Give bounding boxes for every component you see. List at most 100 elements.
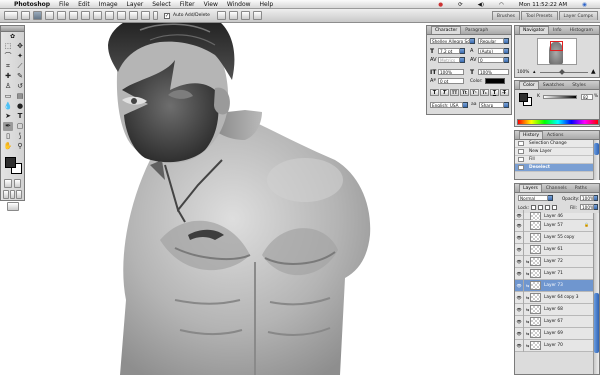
history-item[interactable]: Fill <box>515 156 593 164</box>
channel-value-field[interactable]: 82 <box>581 94 593 100</box>
tab-character[interactable]: Character <box>431 26 462 34</box>
layer-link-icon[interactable]: ⇆ <box>526 307 529 312</box>
lasso-tool-icon[interactable]: ⌒ <box>3 52 13 61</box>
all-caps-button[interactable]: TT <box>450 89 459 96</box>
geometry-options-icon[interactable] <box>153 11 158 20</box>
brush-tool-icon[interactable]: ✎ <box>15 72 25 81</box>
leading-dropdown-icon[interactable] <box>504 48 509 54</box>
history-item[interactable]: Deselect <box>515 164 593 172</box>
foreground-color-swatch[interactable] <box>5 157 16 168</box>
layer-visibility-eye-icon[interactable]: 👁 <box>515 267 524 280</box>
layer-visibility-eye-icon[interactable]: 👁 <box>515 243 524 256</box>
lock-transparency-icon[interactable] <box>531 205 536 210</box>
history-brush-tool-icon[interactable]: ↺ <box>15 82 25 91</box>
volume-icon[interactable]: ◀) <box>478 2 484 8</box>
layer-row[interactable]: 👁 Layer 61 <box>515 243 593 256</box>
layer-link-icon[interactable]: ⇆ <box>526 283 529 288</box>
eyedropper-tool-icon[interactable]: ⟆ <box>15 132 25 141</box>
path-selection-tool-icon[interactable]: ➤ <box>3 112 13 121</box>
antialias-dropdown-icon[interactable] <box>504 102 509 108</box>
blur-tool-icon[interactable]: 💧 <box>3 102 13 111</box>
standard-screen-mode-icon[interactable] <box>3 190 9 199</box>
well-tab-brushes[interactable]: Brushes <box>491 11 520 20</box>
tab-layers[interactable]: Layers <box>519 184 542 192</box>
menu-view[interactable]: View <box>204 1 218 8</box>
channel-slider[interactable] <box>543 95 577 99</box>
spotlight-icon[interactable]: ◉ <box>582 2 587 8</box>
custom-shape-icon[interactable] <box>141 11 150 20</box>
horizontal-scale-field[interactable]: 100% <box>478 69 509 75</box>
navigator-zoom-field[interactable]: 100% <box>517 70 529 75</box>
history-item[interactable]: Selection Change <box>515 140 593 148</box>
path-subtract-icon[interactable] <box>228 11 238 20</box>
layer-link-icon[interactable]: ⇆ <box>526 343 529 348</box>
tab-channels[interactable]: Channels <box>542 184 571 192</box>
magic-wand-tool-icon[interactable]: ✦ <box>15 52 25 61</box>
subscript-button[interactable]: T₁ <box>480 89 489 96</box>
kerning-dropdown-icon[interactable] <box>460 57 465 63</box>
quick-mask-mode-icon[interactable] <box>13 179 21 188</box>
tab-color[interactable]: Color <box>519 81 539 89</box>
language-dropdown-icon[interactable] <box>463 102 468 108</box>
tracking-dropdown-icon[interactable] <box>504 57 509 63</box>
kerning-field[interactable]: Metrics <box>438 57 460 63</box>
font-style-dropdown-icon[interactable] <box>504 38 509 44</box>
layer-link-icon[interactable]: ⇆ <box>526 331 529 336</box>
jump-to-imageready-icon[interactable] <box>7 202 19 211</box>
layer-link-icon[interactable]: ⇆ <box>526 259 529 264</box>
pen-tool-preset-icon[interactable] <box>4 11 18 20</box>
auto-add-delete-checkbox[interactable]: ✓ <box>164 12 170 19</box>
font-family-field[interactable]: Shelley Allegro Sc... <box>430 38 470 44</box>
navigator-view-box[interactable] <box>550 41 563 51</box>
tab-navigator[interactable]: Navigator <box>519 26 550 34</box>
path-exclude-icon[interactable] <box>252 11 262 20</box>
sync-icon[interactable]: ⟳ <box>458 2 463 8</box>
lock-position-icon[interactable] <box>545 205 550 210</box>
zoom-out-icon[interactable]: ▴ <box>533 69 536 75</box>
layer-row[interactable]: 👁 Layer 55 copy <box>515 231 593 244</box>
leading-field[interactable]: (Auto) <box>478 48 504 54</box>
menu-file[interactable]: File <box>59 1 69 8</box>
blend-mode-dropdown-icon[interactable] <box>548 195 553 201</box>
menu-layer[interactable]: Layer <box>127 1 144 8</box>
layer-row[interactable]: 👁 ⇆ Layer 73 <box>515 279 593 292</box>
faux-italic-button[interactable]: T <box>440 89 449 96</box>
menu-edit[interactable]: Edit <box>78 1 90 8</box>
lock-image-icon[interactable] <box>538 205 543 210</box>
opacity-dropdown-icon[interactable] <box>594 195 598 201</box>
freeform-pen-icon[interactable] <box>69 11 78 20</box>
font-style-field[interactable]: Regular <box>478 38 504 44</box>
layer-row[interactable]: 👁 ⇆ Layer 70 <box>515 339 593 352</box>
opacity-field[interactable]: 100% <box>580 195 594 201</box>
layer-visibility-eye-icon[interactable]: 👁 <box>515 291 524 304</box>
slice-tool-icon[interactable]: ⟋ <box>15 62 25 71</box>
tab-paths[interactable]: Paths <box>571 184 591 192</box>
rectangle-shape-icon[interactable] <box>81 11 90 20</box>
menu-clock[interactable]: Mon 11:52:22 AM <box>519 2 567 8</box>
baseline-shift-field[interactable]: 0 pt <box>438 78 464 84</box>
polygon-shape-icon[interactable] <box>117 11 126 20</box>
tab-swatches[interactable]: Swatches <box>539 81 569 89</box>
font-size-field[interactable]: 7.2 pt <box>438 48 460 54</box>
shape-tool-icon[interactable]: ▢ <box>15 122 25 131</box>
lock-all-icon[interactable] <box>552 205 557 210</box>
line-shape-icon[interactable] <box>129 11 138 20</box>
tab-paragraph[interactable]: Paragraph <box>461 26 492 34</box>
fill-dropdown-icon[interactable] <box>594 204 598 210</box>
hand-tool-icon[interactable]: ✋ <box>3 142 13 151</box>
layers-scrollbar[interactable] <box>593 213 599 374</box>
history-item[interactable]: New Layer <box>515 148 593 156</box>
layer-row[interactable]: 👁 Layer 57 🔒 <box>515 219 593 232</box>
layer-visibility-eye-icon[interactable]: 👁 <box>515 327 524 340</box>
tab-styles[interactable]: Styles <box>568 81 590 89</box>
dodge-tool-icon[interactable]: ● <box>15 102 25 111</box>
color-fg-swatch[interactable] <box>519 93 528 102</box>
shape-layers-icon[interactable] <box>21 11 30 20</box>
zoom-slider-thumb[interactable] <box>559 69 565 75</box>
fill-pixels-icon[interactable] <box>45 11 54 20</box>
tab-history[interactable]: History <box>519 131 544 139</box>
menu-select[interactable]: Select <box>152 1 171 8</box>
menu-help[interactable]: Help <box>260 1 274 8</box>
layer-row[interactable]: 👁 ⇆ Layer 64 copy 3 <box>515 291 593 304</box>
superscript-button[interactable]: T¹ <box>470 89 479 96</box>
